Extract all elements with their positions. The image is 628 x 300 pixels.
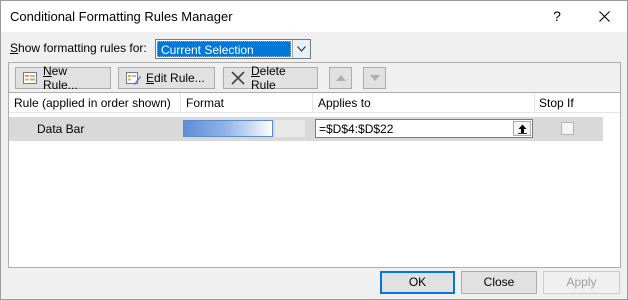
column-header-rule[interactable]: Rule (applied in order shown) bbox=[9, 93, 181, 113]
edit-rule-icon bbox=[125, 70, 141, 86]
show-rules-label: Show formatting rules for: bbox=[10, 41, 147, 55]
arrow-down-icon bbox=[369, 75, 380, 81]
collapse-up-arrow-icon bbox=[518, 124, 527, 134]
edit-rule-button[interactable]: Edit Rule... bbox=[118, 67, 215, 89]
new-rule-label: New Rule... bbox=[43, 64, 78, 92]
help-button[interactable]: ? bbox=[542, 3, 572, 29]
applies-to-value: =$D$4:$D$22 bbox=[319, 122, 394, 136]
delete-x-icon bbox=[230, 70, 246, 86]
dialog-title: Conditional Formatting Rules Manager bbox=[10, 9, 233, 24]
chevron-down-icon bbox=[297, 46, 306, 52]
apply-button[interactable]: Apply bbox=[543, 271, 620, 294]
ok-button[interactable]: OK bbox=[380, 271, 455, 294]
grid-header: Rule (applied in order shown) Format App… bbox=[9, 93, 620, 130]
rules-manager-dialog: Conditional Formatting Rules Manager ? S… bbox=[0, 0, 628, 300]
data-bar-format-preview bbox=[183, 120, 273, 137]
collapse-dialog-button[interactable] bbox=[513, 121, 531, 136]
edit-rule-label: Edit Rule... bbox=[146, 71, 205, 85]
stop-if-true-checkbox[interactable] bbox=[561, 122, 574, 135]
rules-toolbar: New Rule... Edit Rule... Delete Rule bbox=[8, 62, 621, 92]
move-down-button[interactable] bbox=[363, 67, 386, 89]
rules-grid: Rule (applied in order shown) Format App… bbox=[8, 92, 621, 268]
column-header-applies-to[interactable]: Applies to bbox=[313, 93, 535, 113]
move-up-button[interactable] bbox=[329, 67, 352, 89]
dropdown-arrow[interactable] bbox=[292, 40, 310, 58]
close-icon bbox=[598, 11, 610, 22]
show-rules-dropdown[interactable]: Current Selection bbox=[155, 39, 311, 59]
delete-rule-label: Delete Rule bbox=[251, 64, 286, 92]
show-rules-selected-value: Current Selection bbox=[157, 41, 291, 57]
applies-to-field[interactable]: =$D$4:$D$22 bbox=[315, 119, 533, 138]
delete-rule-button[interactable]: Delete Rule bbox=[223, 64, 318, 92]
column-header-format[interactable]: Format bbox=[181, 93, 313, 113]
close-window-button[interactable] bbox=[589, 3, 619, 29]
close-button[interactable]: Close bbox=[461, 271, 537, 294]
column-header-stop-if-true[interactable]: Stop If True bbox=[535, 93, 601, 130]
format-preview-empty bbox=[275, 120, 305, 137]
arrow-up-icon bbox=[335, 75, 346, 81]
title-bar: Conditional Formatting Rules Manager ? bbox=[1, 1, 627, 32]
rule-name: Data Bar bbox=[37, 122, 85, 136]
table-row[interactable]: Data Bar =$D$4:$D$22 bbox=[9, 117, 603, 141]
new-rule-button[interactable]: New Rule... bbox=[15, 64, 111, 92]
new-rule-icon bbox=[22, 70, 38, 86]
